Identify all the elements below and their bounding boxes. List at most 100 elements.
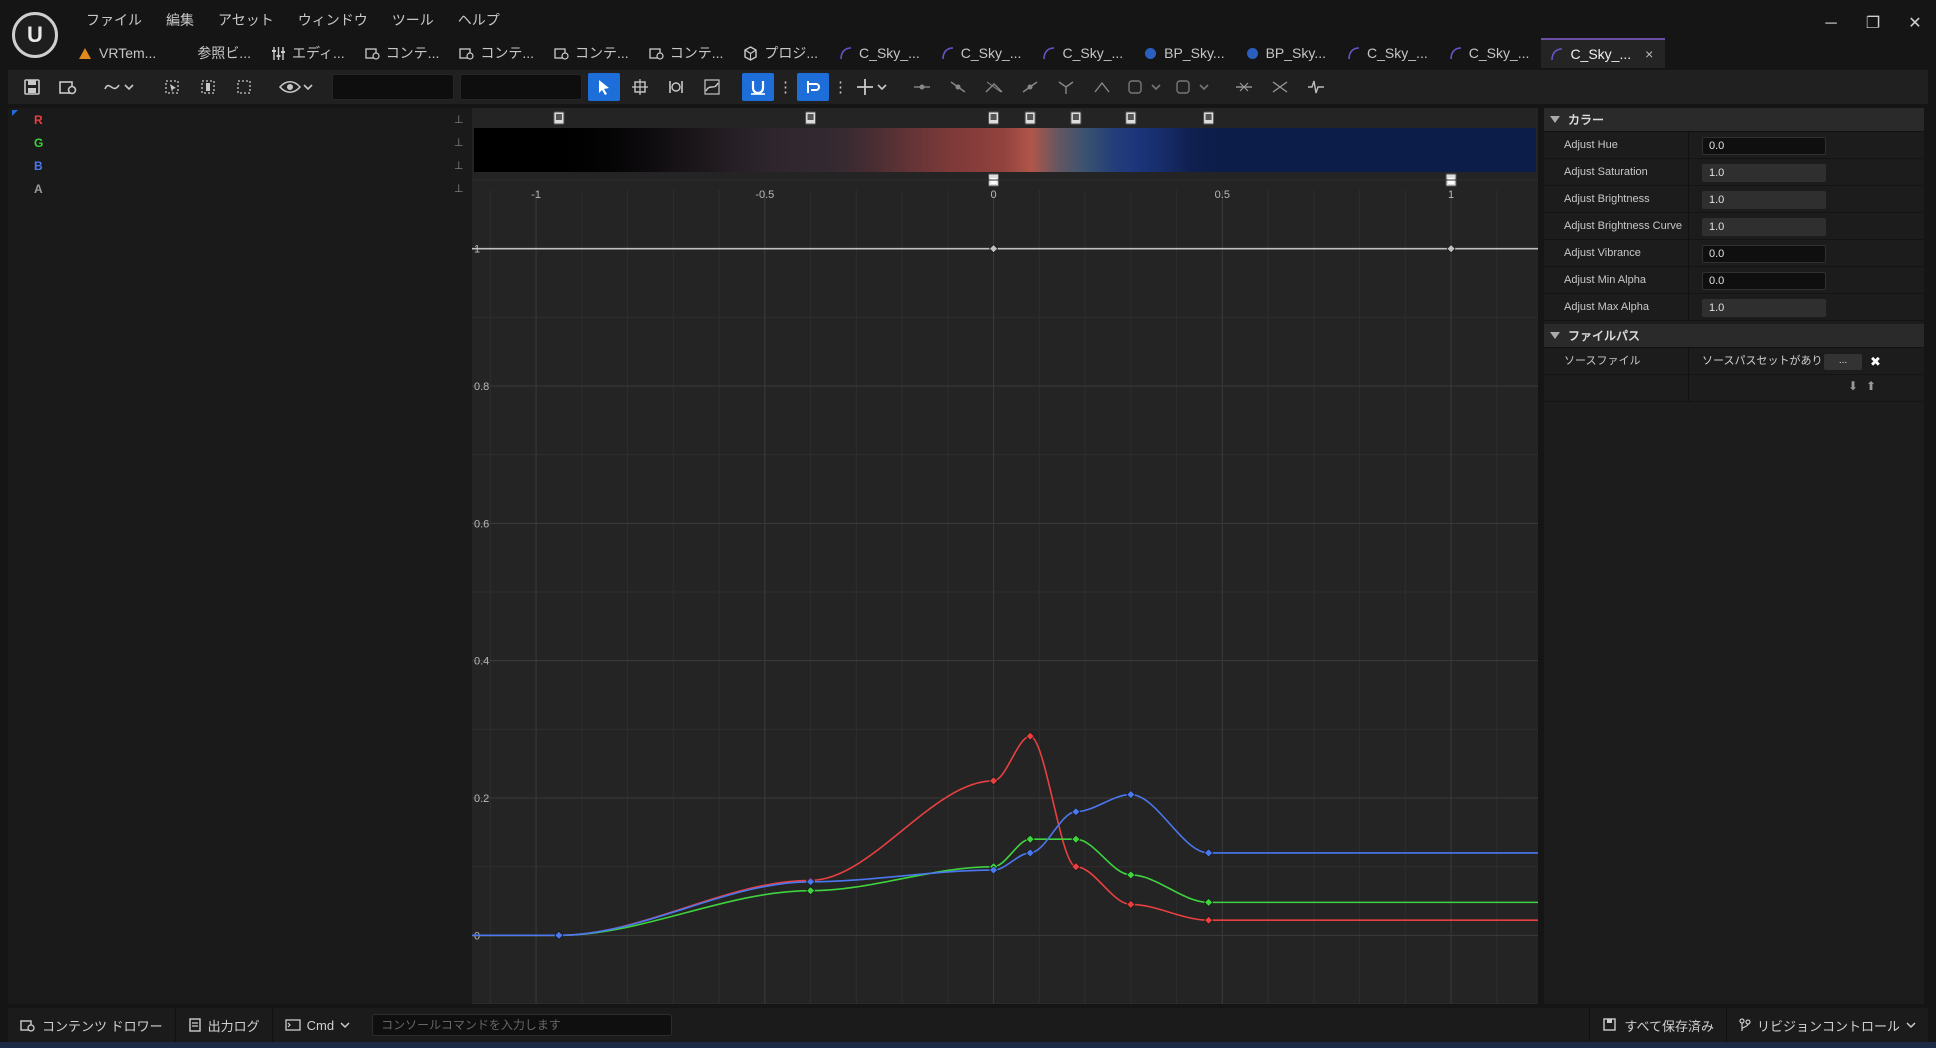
color-gradient-preview[interactable]: [474, 128, 1536, 172]
post-infinity-dropdown-icon[interactable]: [1170, 73, 1214, 101]
snap-value-icon[interactable]: [742, 73, 774, 101]
flatten-icon[interactable]: [1228, 73, 1260, 101]
restore-button[interactable]: ❐: [1852, 14, 1894, 34]
tab-8[interactable]: C_Sky_...: [830, 38, 932, 68]
flatten-tangents-icon[interactable]: [942, 73, 974, 101]
frame-horizontal-icon[interactable]: [228, 73, 260, 101]
pre-infinity-dropdown-icon[interactable]: [1122, 73, 1166, 101]
tab-7[interactable]: プロジ...: [735, 38, 830, 68]
channel-b[interactable]: B: [34, 159, 43, 173]
tab-13[interactable]: C_Sky_...: [1338, 38, 1440, 68]
filter-curve-icon[interactable]: [1300, 73, 1332, 101]
cubic-user-icon[interactable]: [1014, 73, 1046, 101]
property-value-input[interactable]: 1.0: [1702, 164, 1826, 182]
save-icon[interactable]: [16, 73, 48, 101]
revision-control-button[interactable]: リビジョンコントロール: [1727, 1008, 1928, 1042]
more-options-icon-2[interactable]: ⋮: [833, 73, 848, 101]
tab-6[interactable]: コンテ...: [641, 38, 736, 68]
tab-2[interactable]: エディ...: [263, 38, 357, 68]
property-value-input[interactable]: 0.0: [1702, 272, 1826, 290]
tab-label: BP_Sky...: [1265, 45, 1327, 61]
output-log-button[interactable]: 出力ログ: [176, 1008, 273, 1042]
property-value-input[interactable]: 1.0: [1702, 299, 1826, 317]
tab-10[interactable]: C_Sky_...: [1033, 38, 1135, 68]
tab-9[interactable]: C_Sky_...: [932, 38, 1034, 68]
save-all-button[interactable]: すべて保存済み: [1589, 1008, 1727, 1042]
browse-source-button[interactable]: ...: [1824, 354, 1862, 370]
content-drawer-button[interactable]: コンテンツ ドロワー: [8, 1008, 176, 1042]
frame-selection-icon[interactable]: [156, 73, 188, 101]
menu-help[interactable]: ヘルプ: [446, 10, 512, 30]
property-value-input[interactable]: 1.0: [1702, 191, 1826, 209]
property-value-input[interactable]: 0.0: [1702, 137, 1826, 155]
source-file-row: ソースファイル ソースパスセットがありま ... ✖: [1544, 348, 1924, 375]
curve-view-dropdown-icon[interactable]: [98, 73, 142, 101]
pin-icon[interactable]: ⊥: [454, 159, 464, 173]
tab-close-icon[interactable]: ×: [1645, 46, 1653, 62]
cubic-break-icon[interactable]: [1050, 73, 1082, 101]
minimize-button[interactable]: ─: [1810, 14, 1852, 34]
cmd-dropdown[interactable]: Cmd: [273, 1008, 362, 1042]
unreal-logo[interactable]: U: [12, 12, 58, 58]
pin-icon[interactable]: ⊥: [454, 182, 464, 196]
reference-icon: [176, 46, 191, 61]
tab-11[interactable]: BP_Sky...: [1135, 38, 1236, 68]
curve-icon: [1549, 47, 1564, 62]
tab-5[interactable]: コンテ...: [546, 38, 641, 68]
menu-tools[interactable]: ツール: [380, 10, 446, 30]
select-tool-icon[interactable]: [588, 73, 620, 101]
retime-tool-icon[interactable]: [660, 73, 692, 101]
tab-1[interactable]: 参照ビ...: [168, 38, 263, 68]
more-options-icon[interactable]: ⋮: [778, 73, 793, 101]
tab-12[interactable]: BP_Sky...: [1237, 38, 1338, 68]
menu-asset[interactable]: アセット: [206, 10, 286, 30]
column-divider: [1688, 240, 1689, 267]
curve-graph-svg[interactable]: -1 -0.5 0 0.5 1 0 0.2 0.4 0.6 0.8 1: [472, 108, 1538, 1004]
output-log-label: 出力ログ: [207, 1018, 260, 1034]
straighten-tangents-icon[interactable]: [906, 73, 938, 101]
close-window-button[interactable]: ✕: [1894, 14, 1936, 34]
collapse-triangle-icon[interactable]: [1550, 332, 1560, 339]
multi-scale-tool-icon[interactable]: [696, 73, 728, 101]
section-color[interactable]: カラー: [1544, 108, 1924, 132]
clear-source-icon[interactable]: ✖: [1870, 348, 1881, 375]
section-filepath[interactable]: ファイルパス: [1544, 324, 1924, 348]
menu-file[interactable]: ファイル: [74, 10, 154, 30]
frame-vertical-icon[interactable]: [192, 73, 224, 101]
tab-4[interactable]: コンテ...: [451, 38, 546, 68]
graph-background: [472, 108, 1538, 1004]
property-value-input[interactable]: 0.0: [1702, 245, 1826, 263]
transform-tool-icon[interactable]: [624, 73, 656, 101]
tab-0[interactable]: VRTem...: [70, 38, 168, 68]
window-controls: ─ ❐ ✕: [1810, 14, 1936, 34]
alpha-stop-swatch: [990, 178, 997, 184]
cubic-auto-icon[interactable]: [978, 73, 1010, 101]
channel-g[interactable]: G: [34, 136, 43, 150]
arrow-up-icon[interactable]: ⬆: [1866, 379, 1876, 393]
arrow-down-icon[interactable]: ⬇: [1848, 379, 1858, 393]
column-divider: [1688, 186, 1689, 213]
console-command-input[interactable]: コンソールコマンドを入力します: [372, 1014, 673, 1036]
snap-time-icon[interactable]: [797, 73, 829, 101]
tab-14[interactable]: C_Sky_...: [1440, 38, 1542, 68]
key-value-field[interactable]: [460, 74, 582, 100]
tab-15[interactable]: C_Sky_... ×: [1541, 38, 1666, 68]
pin-icon[interactable]: ⊥: [454, 136, 464, 150]
menu-edit[interactable]: 編集: [154, 10, 206, 30]
menu-window[interactable]: ウィンドウ: [286, 10, 380, 30]
linear-interp-icon[interactable]: [1086, 73, 1118, 101]
straighten-icon[interactable]: [1264, 73, 1296, 101]
channel-a[interactable]: A: [34, 182, 43, 196]
property-value-input[interactable]: 1.0: [1702, 218, 1826, 236]
channel-r[interactable]: R: [34, 113, 43, 127]
pin-icon[interactable]: ⊥: [454, 113, 464, 127]
tab-3[interactable]: コンテ...: [357, 38, 452, 68]
browse-asset-icon[interactable]: [52, 73, 84, 101]
collapse-triangle-icon[interactable]: [1550, 116, 1560, 123]
time-value-field[interactable]: [332, 74, 454, 100]
visibility-dropdown-icon[interactable]: [274, 73, 318, 101]
curve-editor-graph[interactable]: -1 -0.5 0 0.5 1 0 0.2 0.4 0.6 0.8 1: [472, 108, 1538, 1004]
property-label: Adjust Vibrance: [1564, 247, 1641, 259]
unreal-editor-window: U ファイル 編集 アセット ウィンドウ ツール ヘルプ ─ ❐ ✕ VRTem…: [0, 0, 1936, 1048]
axis-snapping-dropdown-icon[interactable]: [852, 73, 892, 101]
